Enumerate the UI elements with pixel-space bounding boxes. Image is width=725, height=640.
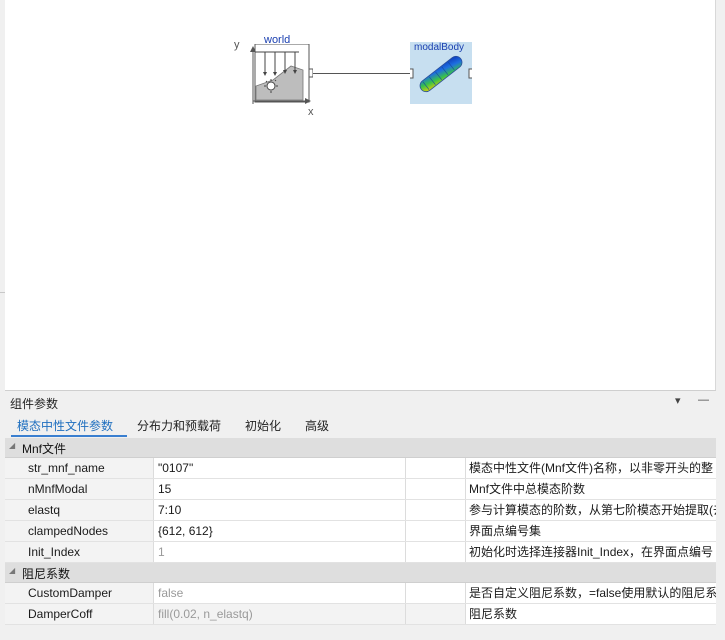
param-unit[interactable] [405, 521, 466, 541]
param-row-nmnfmodal[interactable]: nMnfModal 15 Mnf文件中总模态阶数 [5, 479, 716, 500]
axis-x-label: x [308, 106, 314, 118]
tab-mnf-parameters[interactable]: 模态中性文件参数 [17, 417, 113, 435]
diagram-canvas[interactable]: world y x modalBody [5, 0, 716, 390]
active-tab-indicator [11, 435, 127, 437]
param-unit[interactable] [405, 583, 466, 603]
param-row-dampercoff[interactable]: DamperCoff fill(0.02, n_elastq) 阻尼系数 [5, 604, 716, 625]
group-label: 阻尼系数 [22, 567, 71, 581]
param-unit[interactable] [405, 500, 466, 520]
group-header-mnf[interactable]: ◢ Mnf文件 [5, 438, 716, 458]
tab-distributed-force-preload[interactable]: 分布力和预载荷 [137, 417, 221, 435]
param-value[interactable]: fill(0.02, n_elastq) [153, 604, 405, 624]
param-row-str-mnf-name[interactable]: str_mnf_name "0107" 模态中性文件(Mnf文件)名称，以非零开… [5, 458, 716, 479]
param-unit[interactable] [405, 458, 466, 478]
param-row-customdamper[interactable]: CustomDamper false 是否自定义阻尼系数，=false使用默认的… [5, 583, 716, 604]
param-description: 初始化时选择连接器Init_Index，在界面点编号 [465, 542, 716, 562]
param-unit[interactable] [405, 542, 466, 562]
param-name: nMnfModal [5, 479, 153, 499]
param-name: DamperCoff [5, 604, 153, 624]
param-value[interactable]: "0107" [153, 458, 405, 478]
tab-advanced[interactable]: 高级 [305, 417, 329, 435]
group-header-damping[interactable]: ◢ 阻尼系数 [5, 563, 716, 583]
component-parameters-panel: 组件参数 ▾ — 模态中性文件参数 分布力和预载荷 初始化 高级 ◢ Mnf文件… [5, 390, 716, 640]
param-name: elastq [5, 500, 153, 520]
param-description: Mnf文件中总模态阶数 [465, 479, 716, 499]
param-unit[interactable] [405, 479, 466, 499]
param-value[interactable]: 15 [153, 479, 405, 499]
modalbody-label: modalBody [414, 42, 465, 53]
minimize-icon[interactable]: — [698, 394, 709, 406]
world-label: world [264, 34, 291, 46]
tab-initialization[interactable]: 初始化 [245, 417, 281, 435]
param-name: clampedNodes [5, 521, 153, 541]
param-description: 界面点编号集 [465, 521, 716, 541]
param-row-elastq[interactable]: elastq 7:10 参与计算模态的阶数，从第七阶模态开始提取(去 [5, 500, 716, 521]
connection-line[interactable] [308, 73, 413, 74]
parameter-tabs: 模态中性文件参数 分布力和预载荷 初始化 高级 [5, 413, 716, 437]
param-name: CustomDamper [5, 583, 153, 603]
param-row-clampednodes[interactable]: clampedNodes {612, 612} 界面点编号集 [5, 521, 716, 542]
param-value[interactable]: 7:10 [153, 500, 405, 520]
param-value[interactable]: {612, 612} [153, 521, 405, 541]
param-description: 参与计算模态的阶数，从第七阶模态开始提取(去 [465, 500, 716, 520]
world-icon [250, 43, 314, 104]
param-description: 是否自定义阻尼系数，=false使用默认的阻尼系 [465, 583, 716, 603]
param-description: 阻尼系数 [465, 604, 716, 624]
panel-title: 组件参数 [10, 397, 59, 411]
param-row-init-index[interactable]: Init_Index 1 初始化时选择连接器Init_Index，在界面点编号 [5, 542, 716, 563]
param-value[interactable]: 1 [153, 542, 405, 562]
world-component[interactable] [247, 43, 314, 104]
parameter-grid: ◢ Mnf文件 str_mnf_name "0107" 模态中性文件(Mnf文件… [5, 438, 716, 625]
right-border-strip [716, 0, 725, 639]
group-label: Mnf文件 [22, 442, 67, 456]
param-name: Init_Index [5, 542, 153, 562]
dropdown-arrow-icon[interactable]: ▾ [675, 394, 681, 407]
axis-y-label: y [234, 39, 240, 51]
param-description: 模态中性文件(Mnf文件)名称，以非零开头的整 [465, 458, 716, 478]
param-unit[interactable] [405, 604, 466, 624]
param-value[interactable]: false [153, 583, 405, 603]
param-name: str_mnf_name [5, 458, 153, 478]
collapse-caret-icon[interactable]: ◢ [9, 566, 15, 575]
collapse-caret-icon[interactable]: ◢ [9, 441, 15, 450]
